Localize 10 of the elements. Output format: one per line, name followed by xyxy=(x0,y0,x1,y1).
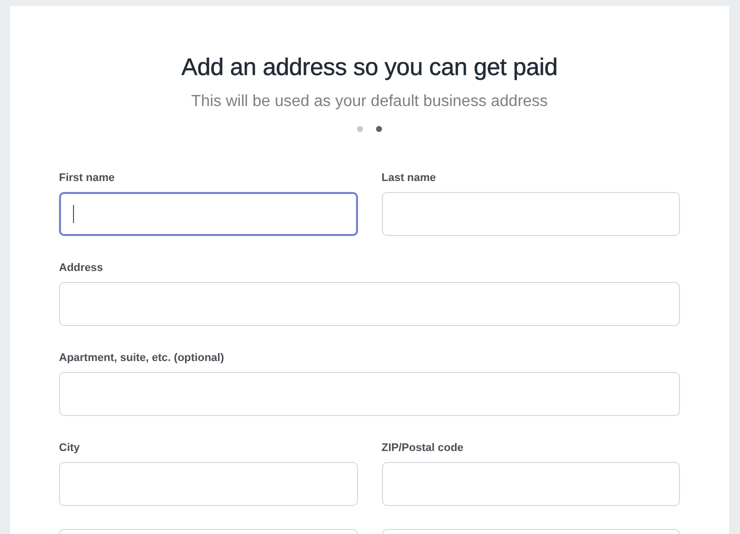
input-field[interactable] xyxy=(59,192,358,236)
field-label: Last name xyxy=(382,172,437,186)
page-subtitle: This will be used as your default business address xyxy=(190,92,549,112)
text-cursor xyxy=(73,205,74,223)
field-label: Address xyxy=(59,262,104,276)
field-label: City xyxy=(59,442,81,456)
field-label: Apartment, suite, etc. (optional) xyxy=(59,352,226,366)
page-title: Add an address so you can get paid xyxy=(180,53,559,83)
field-label: ZIP/Postal code xyxy=(382,442,464,456)
field-label: First name xyxy=(59,172,116,186)
